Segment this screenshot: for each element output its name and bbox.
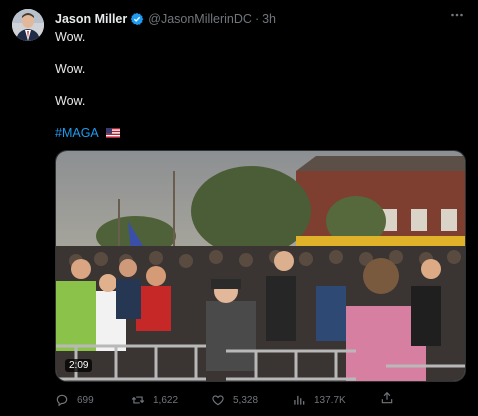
retweet-icon [131, 396, 145, 404]
video-duration: 2:09 [65, 359, 93, 372]
share-icon [381, 391, 393, 404]
author-handle[interactable]: @JasonMillerinDC [148, 12, 252, 26]
like-icon [212, 395, 224, 406]
reply-count: 699 [77, 394, 94, 406]
views-button[interactable]: 137.7K [292, 391, 346, 409]
share-button[interactable] [380, 391, 394, 410]
tweet-text-line: Wow. [55, 94, 86, 108]
like-button[interactable]: 5,328 [211, 391, 258, 409]
tweet-text-line: Wow. [55, 30, 86, 44]
retweet-button[interactable]: 1,622 [131, 391, 178, 409]
reply-icon [56, 394, 68, 407]
views-count: 137.7K [314, 394, 346, 406]
tweet-actions: 699 1,622 5,328 137.7K [55, 391, 415, 409]
us-flag-icon [105, 127, 120, 138]
reply-button[interactable]: 699 [55, 391, 94, 409]
author-name[interactable]: Jason Miller [55, 12, 127, 26]
retweet-count: 1,622 [153, 394, 179, 406]
avatar[interactable] [12, 9, 44, 41]
more-icon[interactable] [450, 8, 464, 24]
tweet-header: Jason Miller @JasonMillerinDC · 3h [55, 10, 466, 28]
tweet-timestamp[interactable]: 3h [262, 12, 276, 26]
tweet-text-line: Wow. [55, 62, 86, 76]
tweet-hashtag-line: #MAGA [55, 126, 120, 140]
like-count: 5,328 [233, 394, 259, 406]
views-icon [294, 395, 305, 405]
separator-dot: · [254, 12, 260, 26]
video-thumbnail [56, 151, 465, 381]
tweet[interactable]: Jason Miller @JasonMillerinDC · 3h Wow. … [0, 0, 478, 416]
video-player[interactable]: 2:09 [55, 150, 466, 382]
hashtag-link[interactable]: #MAGA [55, 126, 98, 140]
verified-badge-icon [130, 12, 144, 26]
